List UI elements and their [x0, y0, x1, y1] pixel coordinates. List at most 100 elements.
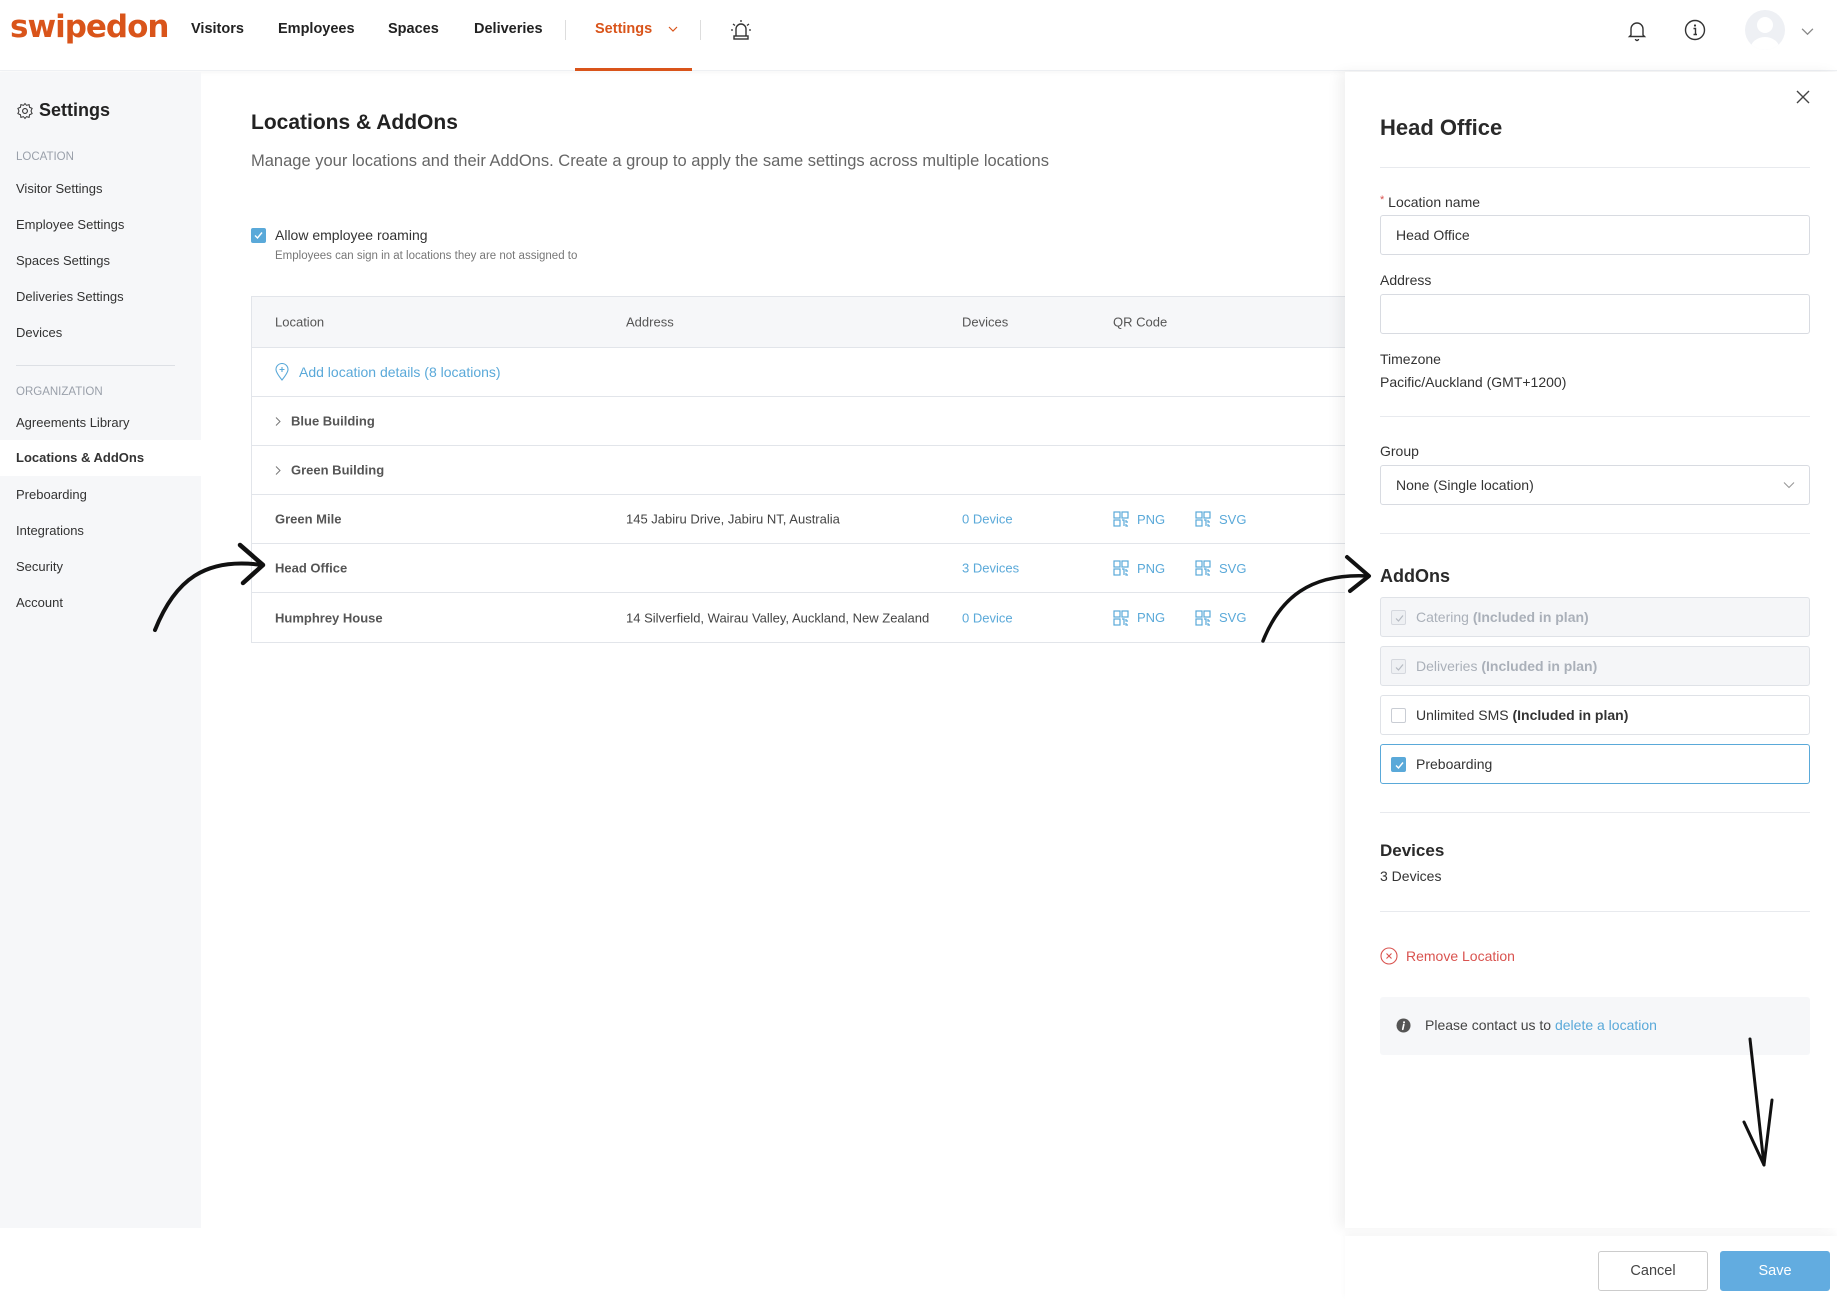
nav-employees[interactable]: Employees: [278, 21, 355, 37]
avatar[interactable]: [1745, 10, 1785, 50]
remove-location-button[interactable]: Remove Location: [1380, 947, 1515, 965]
nav-divider: [565, 20, 566, 40]
required-marker: *: [1380, 194, 1385, 206]
location-name-label: * Location name: [1380, 194, 1480, 210]
addon-note: (Included in plan): [1512, 707, 1629, 723]
sidebar-item-agreements-library[interactable]: Agreements Library: [16, 415, 129, 430]
addon-name: Deliveries: [1416, 658, 1478, 674]
qr-svg-download[interactable]: SVG: [1195, 609, 1246, 626]
sidebar-item-preboarding[interactable]: Preboarding: [16, 487, 87, 502]
nav-settings[interactable]: Settings: [595, 21, 678, 37]
close-icon[interactable]: [1795, 89, 1811, 105]
emergency-alarm-icon[interactable]: [729, 18, 753, 42]
checkmark-icon: [1395, 664, 1404, 671]
sidebar-title-text: Settings: [39, 100, 111, 120]
save-button[interactable]: Save: [1720, 1251, 1830, 1291]
devices-link[interactable]: 0 Device: [962, 512, 1013, 527]
sidebar-item-visitor-settings[interactable]: Visitor Settings: [16, 181, 102, 196]
allow-roaming-label[interactable]: Allow employee roaming: [275, 227, 428, 243]
chevron-down-icon: [668, 26, 678, 32]
location-name-input[interactable]: Head Office: [1380, 215, 1810, 255]
addon-note: (Included in plan): [1472, 609, 1589, 625]
group-name: Blue Building: [291, 413, 375, 429]
table-row[interactable]: Humphrey House 14 Silverfield, Wairau Va…: [252, 593, 1351, 642]
bell-icon[interactable]: [1625, 18, 1649, 42]
qr-png-download[interactable]: PNG: [1113, 560, 1165, 576]
add-location-row: Add location details (8 locations): [252, 348, 1351, 397]
addon-name: Preboarding: [1416, 756, 1493, 772]
sidebar-item-account[interactable]: Account: [16, 595, 63, 610]
allow-roaming-checkbox[interactable]: [251, 228, 266, 243]
addon-label: Deliveries (Included in plan): [1416, 658, 1597, 674]
checkmark-icon: [254, 232, 263, 240]
sidebar-item-employee-settings[interactable]: Employee Settings: [16, 217, 124, 232]
addon-catering: Catering (Included in plan): [1380, 597, 1810, 637]
nav-spaces[interactable]: Spaces: [388, 21, 439, 37]
sidebar-divider: [16, 365, 175, 366]
panel-footer: Cancel Save: [1345, 1236, 1837, 1300]
divider: [1380, 167, 1810, 168]
group-select-value: None (Single location): [1396, 477, 1534, 493]
qr-png-download[interactable]: PNG: [1113, 609, 1166, 626]
addon-unlimited-sms[interactable]: Unlimited SMS (Included in plan): [1380, 695, 1810, 735]
devices-link[interactable]: 3 Devices: [962, 561, 1019, 576]
location-pin-plus-icon: [275, 363, 289, 381]
group-name: Green Building: [291, 462, 385, 478]
table-row[interactable]: Green Mile 145 Jabiru Drive, Jabiru NT, …: [252, 495, 1351, 544]
divider: [1380, 533, 1810, 534]
location-edit-panel: Head Office * Location name Head Office …: [1345, 72, 1837, 1300]
cancel-button[interactable]: Cancel: [1598, 1251, 1708, 1291]
qr-svg-download[interactable]: SVG: [1195, 511, 1246, 527]
address-input[interactable]: [1380, 294, 1810, 334]
delete-info-notice: Please contact us to delete a location: [1380, 997, 1810, 1055]
addon-preboarding[interactable]: Preboarding: [1380, 744, 1810, 784]
add-location-details-text: Add location details (8 locations): [299, 364, 501, 380]
nav-visitors[interactable]: Visitors: [191, 21, 244, 37]
qr-png-label: PNG: [1137, 560, 1166, 576]
addon-checkbox[interactable]: [1391, 757, 1406, 772]
add-location-details-link[interactable]: Add location details (8 locations): [275, 363, 501, 381]
qr-svg-download[interactable]: SVG: [1195, 560, 1246, 576]
group-blue-building[interactable]: Blue Building: [275, 414, 375, 429]
sidebar-item-devices[interactable]: Devices: [16, 325, 62, 340]
group-green-building[interactable]: Green Building: [275, 463, 384, 478]
qr-png-label: PNG: [1137, 610, 1166, 625]
location-name[interactable]: Green Mile: [275, 512, 341, 527]
divider: [1380, 812, 1810, 813]
panel-title: Head Office: [1380, 115, 1503, 140]
user-silhouette-icon: [1750, 17, 1780, 50]
remove-location-label: Remove Location: [1406, 948, 1515, 964]
column-header-address: Address: [626, 314, 674, 330]
column-header-location: Location: [275, 314, 325, 330]
panel-devices-link[interactable]: 3 Devices: [1380, 868, 1441, 884]
table-row-group[interactable]: Blue Building: [252, 397, 1351, 446]
addon-name: Catering: [1416, 609, 1469, 625]
column-header-devices: Devices: [962, 314, 1009, 330]
nav-deliveries[interactable]: Deliveries: [474, 21, 543, 37]
divider: [1380, 911, 1810, 912]
location-name[interactable]: Head Office: [275, 561, 347, 576]
sidebar-item-deliveries-settings[interactable]: Deliveries Settings: [16, 289, 124, 304]
qr-png-download[interactable]: PNG: [1113, 511, 1165, 527]
sidebar-item-security[interactable]: Security: [16, 559, 63, 574]
addon-checkbox: [1391, 659, 1406, 674]
group-label: Group: [1380, 443, 1419, 459]
nav-divider: [700, 20, 701, 40]
sidebar-item-integrations[interactable]: Integrations: [16, 523, 84, 538]
info-icon[interactable]: [1683, 18, 1707, 42]
table-row-group[interactable]: Green Building: [252, 446, 1351, 495]
sidebar-item-spaces-settings[interactable]: Spaces Settings: [16, 253, 110, 268]
addon-checkbox[interactable]: [1391, 708, 1406, 723]
page-title: Locations & AddOns: [251, 111, 458, 134]
swipedon-logo[interactable]: swipedon: [10, 9, 169, 45]
account-chevron-down-icon[interactable]: [1801, 27, 1814, 36]
delete-location-link[interactable]: delete a location: [1555, 1017, 1657, 1033]
sidebar-item-locations-addons[interactable]: Locations & AddOns: [0, 440, 201, 476]
location-name[interactable]: Humphrey House: [275, 610, 383, 625]
devices-link[interactable]: 0 Device: [962, 610, 1013, 625]
group-select[interactable]: None (Single location): [1380, 465, 1810, 505]
sidebar-title: Settings: [16, 100, 110, 121]
chevron-down-icon: [1783, 482, 1795, 489]
sidebar-section-organization: ORGANIZATION: [16, 386, 103, 398]
table-row[interactable]: Head Office 3 Devices PNG SVG: [252, 544, 1351, 593]
